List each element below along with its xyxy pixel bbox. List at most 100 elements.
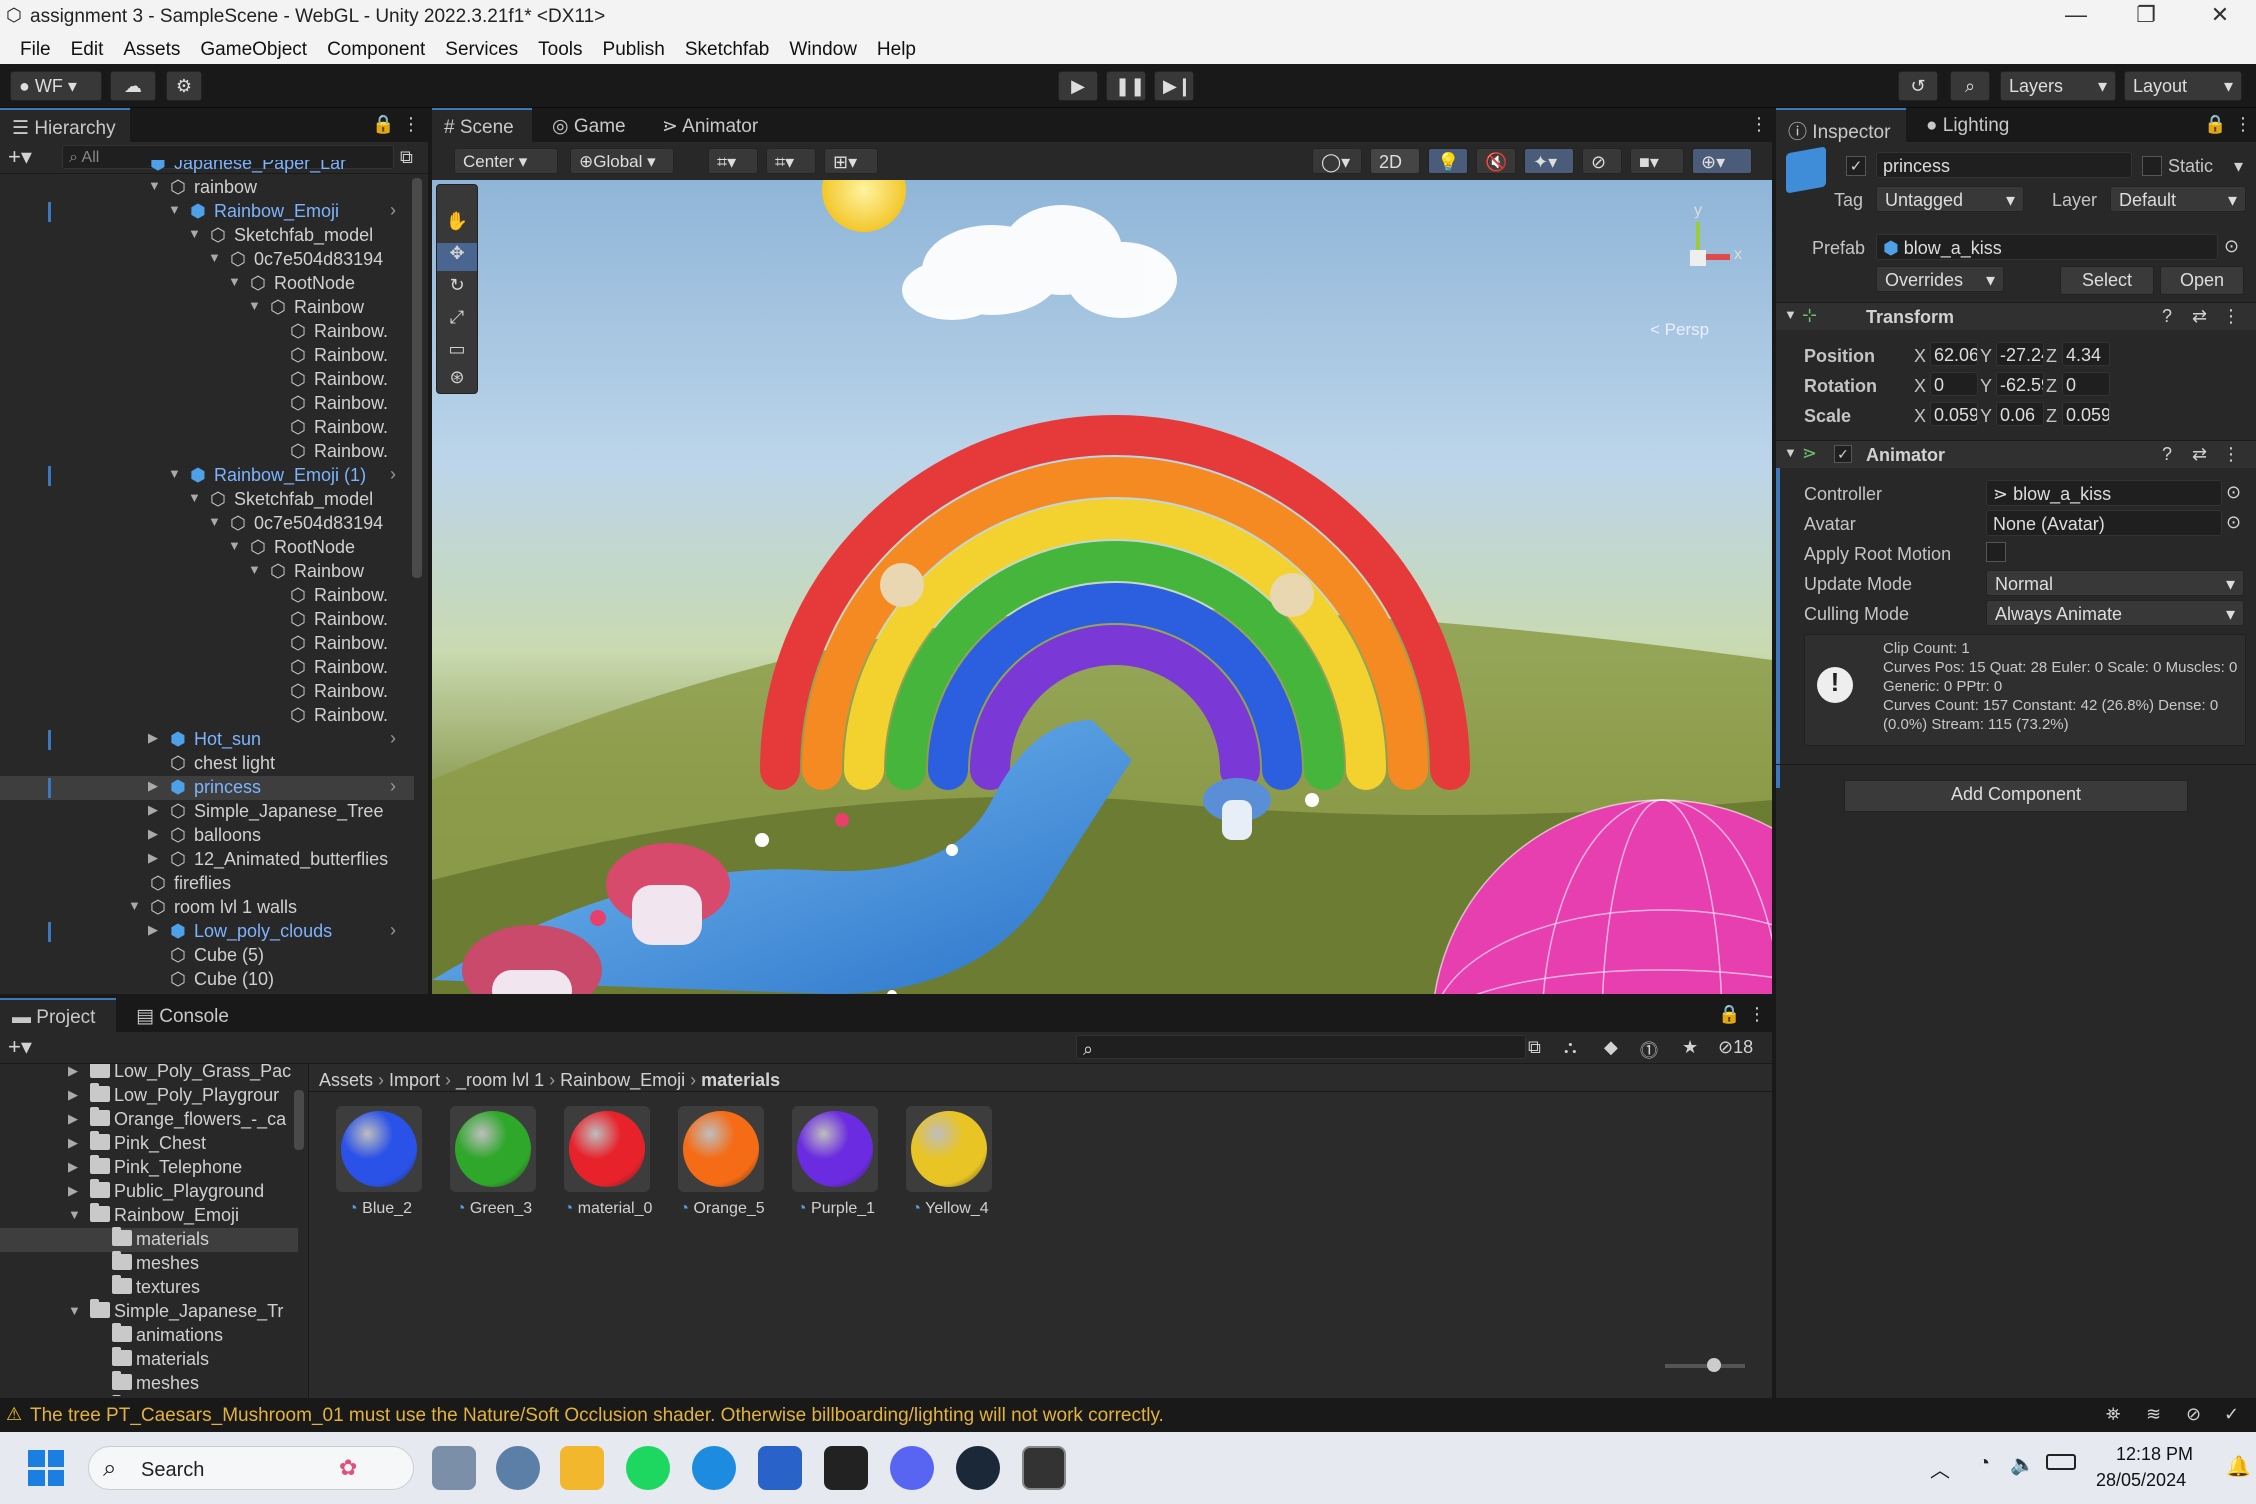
collapsed-arrow-icon[interactable]: ▶: [68, 1064, 78, 1079]
chevron-down-icon[interactable]: ▾: [2234, 156, 2243, 177]
maximize-button[interactable]: ❐: [2116, 2, 2176, 32]
hierarchy-item[interactable]: ▶ ⬡ 12_Animated_butterflies: [0, 848, 414, 872]
folder-item[interactable]: ▶ Pink_Chest: [0, 1131, 298, 1156]
tab-animator[interactable]: ⋗ Animator: [650, 108, 780, 142]
position-x-axis-label[interactable]: X: [1914, 346, 1926, 367]
menu-window[interactable]: Window: [779, 34, 867, 64]
camera-dropdown[interactable]: ■▾: [1630, 148, 1684, 174]
pivot-dropdown[interactable]: Center ▾: [454, 148, 558, 174]
folder-item[interactable]: ▶ Pink_Telephone: [0, 1155, 298, 1180]
rotation-x-axis-label[interactable]: X: [1914, 376, 1926, 397]
folder-item[interactable]: ▶ Public_Playground: [0, 1179, 298, 1204]
open-prefab-arrow-icon[interactable]: ›: [390, 464, 396, 485]
collapsed-arrow-icon[interactable]: ▶: [68, 1111, 78, 1127]
material-asset[interactable]: ◔ material_0: [560, 1104, 656, 1234]
search-button[interactable]: ⌕: [1950, 71, 1990, 101]
expanded-arrow-icon[interactable]: ▼: [208, 514, 221, 529]
audio-toggle[interactable]: 🔇: [1476, 148, 1516, 174]
hierarchy-item[interactable]: ▼ ⬡ 0c7e504d83194: [0, 248, 414, 272]
breadcrumb-item[interactable]: Rainbow_Emoji: [560, 1070, 685, 1090]
controller-field[interactable]: ⋗ blow_a_kiss: [1986, 480, 2222, 506]
animator-header[interactable]: ▼ ⋗ ✓ Animator ? ⇄ ⋮: [1776, 440, 2256, 468]
expanded-arrow-icon[interactable]: ▼: [148, 178, 161, 193]
chevron-up-icon[interactable]: ︿: [1930, 1454, 1950, 1483]
static-checkbox[interactable]: [2142, 156, 2162, 176]
folder-item[interactable]: animations: [0, 1323, 298, 1348]
menu-publish[interactable]: Publish: [593, 34, 675, 64]
hidden-objects-toggle[interactable]: ⊘: [1582, 148, 1622, 174]
star-icon[interactable]: ★: [1682, 1037, 1698, 1058]
volume-icon[interactable]: 🔈: [2010, 1452, 2035, 1477]
collapsed-arrow-icon[interactable]: ▶: [148, 826, 158, 842]
tab-game[interactable]: ◎ Game: [540, 108, 640, 142]
expanded-arrow-icon[interactable]: ▼: [188, 226, 201, 241]
hierarchy-item[interactable]: ⬡ Cube (10): [0, 968, 414, 992]
hierarchy-item[interactable]: ⬡ Rainbow.: [0, 608, 414, 632]
breadcrumb-item[interactable]: Import: [389, 1070, 440, 1090]
unity-hub-icon[interactable]: [824, 1446, 868, 1490]
orientation-gizmo[interactable]: y x: [1648, 202, 1748, 302]
hierarchy-item[interactable]: ⬡ Rainbow.: [0, 704, 414, 728]
hierarchy-item[interactable]: ▼ ⬡ RootNode: [0, 536, 414, 560]
kebab-menu-icon[interactable]: ⋮: [2222, 306, 2240, 327]
lighting-toggle[interactable]: 💡: [1428, 148, 1468, 174]
scale-y-field[interactable]: 0.06: [1996, 402, 2044, 426]
zoom-slider[interactable]: [1665, 1364, 1745, 1368]
material-asset[interactable]: ◔ Green_3: [446, 1104, 542, 1234]
rotate-tool-button[interactable]: ↻: [437, 275, 477, 303]
add-component-button[interactable]: Add Component: [1844, 780, 2188, 812]
menu-assets[interactable]: Assets: [113, 34, 190, 64]
folder-item[interactable]: textures: [0, 1275, 298, 1300]
hierarchy-item[interactable]: ⬡ Rainbow.: [0, 320, 414, 344]
minimize-button[interactable]: —: [2046, 2, 2106, 32]
transform-header[interactable]: ▼ ⊹ Transform ? ⇄ ⋮: [1776, 302, 2256, 330]
collapsed-arrow-icon[interactable]: ▶: [68, 1135, 78, 1151]
expanded-arrow-icon[interactable]: ▼: [168, 202, 181, 217]
clock-date[interactable]: 28/05/2024: [2096, 1470, 2186, 1491]
scale-z-axis-label[interactable]: Z: [2046, 406, 2057, 427]
tab-lighting[interactable]: ● Lighting: [1914, 108, 2044, 142]
hierarchy-item[interactable]: ⬡ Cube (5): [0, 944, 414, 968]
open-prefab-arrow-icon[interactable]: ›: [390, 728, 396, 749]
hierarchy-item[interactable]: ▼ ⬡ Sketchfab_model: [0, 224, 414, 248]
open-prefab-arrow-icon[interactable]: ›: [390, 200, 396, 221]
lock-icon[interactable]: 🔒: [372, 114, 394, 135]
tab-project[interactable]: ▬ Project: [0, 998, 116, 1032]
start-button[interactable]: [28, 1450, 64, 1486]
hierarchy-item[interactable]: ▼ ⬡ room lvl 1 walls: [0, 896, 414, 920]
debug-icon[interactable]: ⛯: [2106, 1404, 2120, 1425]
expanded-arrow-icon[interactable]: ▼: [188, 490, 201, 505]
hierarchy-item[interactable]: ▼ ⬡ rainbow: [0, 176, 414, 200]
expanded-arrow-icon[interactable]: ▼: [68, 1303, 81, 1318]
folder-item[interactable]: ▼ Simple_Japanese_Tr: [0, 1299, 298, 1324]
breadcrumb-item[interactable]: Assets: [319, 1070, 373, 1090]
material-asset[interactable]: ◔ Blue_2: [332, 1104, 428, 1234]
expanded-arrow-icon[interactable]: ▼: [248, 298, 261, 313]
status-message[interactable]: The tree PT_Caesars_Mushroom_01 must use…: [30, 1405, 1164, 1427]
folder-item[interactable]: meshes: [0, 1371, 298, 1396]
apply-root-motion-checkbox[interactable]: [1986, 542, 2006, 562]
hierarchy-item[interactable]: ▶ ⬢ princess ›: [0, 776, 414, 800]
hierarchy-item[interactable]: ▼ ⬡ Sketchfab_model: [0, 488, 414, 512]
kebab-menu-icon[interactable]: ⋮: [1748, 1004, 1766, 1025]
collapsed-arrow-icon[interactable]: ▶: [148, 802, 158, 818]
folder-item[interactable]: materials: [0, 1227, 298, 1252]
file-explorer-icon[interactable]: [560, 1446, 604, 1490]
folder-item[interactable]: ▼ Rainbow_Emoji: [0, 1203, 298, 1228]
steam-icon[interactable]: [956, 1446, 1000, 1490]
filter-by-type-icon[interactable]: ⛬: [1564, 1037, 1577, 1058]
projection-label[interactable]: < Persp: [1650, 320, 1709, 340]
select-button[interactable]: Select: [2060, 266, 2154, 295]
hierarchy-item[interactable]: ▶ ⬡ Simple_Japanese_Tree: [0, 800, 414, 824]
notification-icon[interactable]: 🔔: [2226, 1454, 2251, 1479]
hierarchy-item[interactable]: ⬡ Rainbow.: [0, 656, 414, 680]
scale-x-field[interactable]: 0.0599: [1930, 402, 1978, 426]
hierarchy-item[interactable]: ⬡ chest light: [0, 752, 414, 776]
hierarchy-item[interactable]: ⬡ fireflies: [0, 872, 414, 896]
material-asset[interactable]: ◔ Orange_5: [674, 1104, 770, 1234]
scale-y-axis-label[interactable]: Y: [1980, 406, 1992, 427]
update-mode-dropdown[interactable]: Normal ▾: [1986, 570, 2244, 596]
menu-sketchfab[interactable]: Sketchfab: [675, 34, 780, 64]
close-button[interactable]: ✕: [2190, 2, 2250, 32]
tab-hierarchy[interactable]: ☰ Hierarchy: [0, 108, 130, 142]
